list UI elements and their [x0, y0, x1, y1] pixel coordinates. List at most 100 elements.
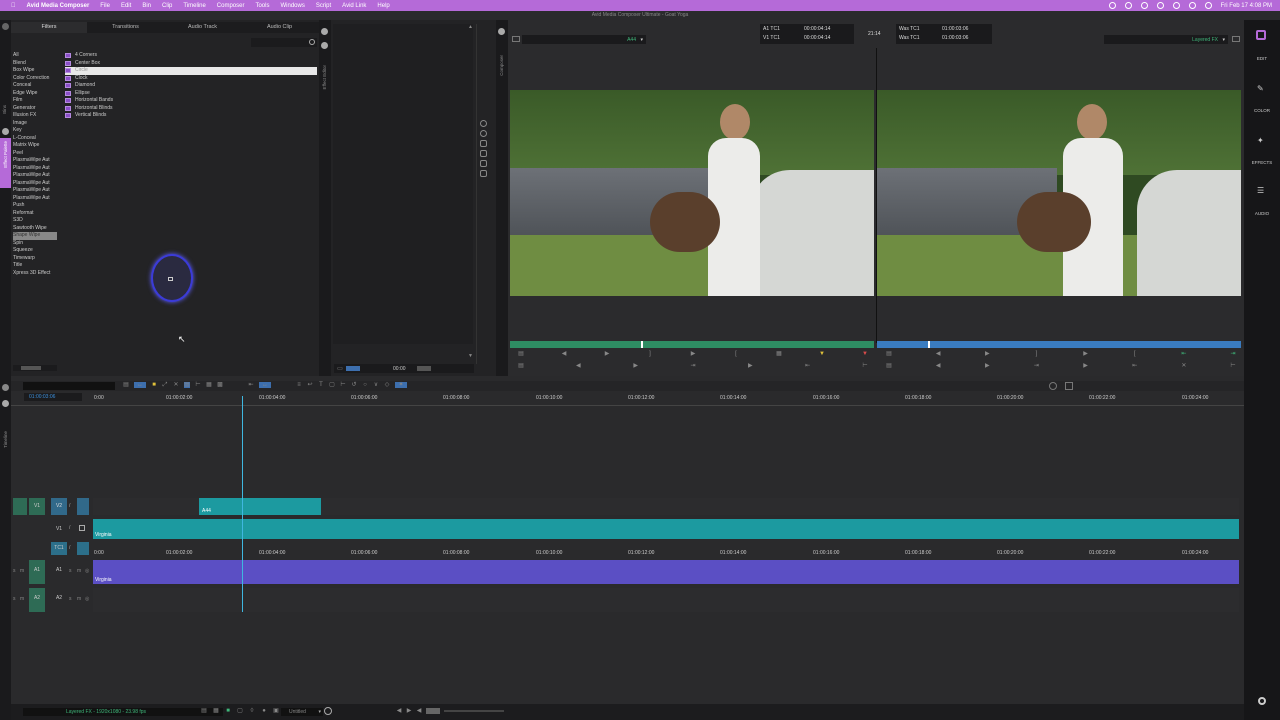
keyframe-icon[interactable]: ◇	[384, 382, 390, 388]
source-track-v1[interactable]: V1	[29, 498, 45, 515]
close-icon[interactable]	[321, 42, 328, 49]
menu-icon[interactable]: ▤	[886, 363, 892, 369]
status-icon[interactable]	[1172, 2, 1180, 9]
bins-side-tab[interactable]: Bins	[2, 105, 7, 114]
trim-icon[interactable]: ⊢	[195, 382, 201, 388]
step-back-icon[interactable]: ◀	[561, 351, 567, 357]
workspace-color[interactable]: COLOR	[1244, 108, 1280, 113]
effect-item[interactable]: Ellipse	[65, 90, 317, 98]
paste-icon[interactable]: ⊢	[340, 382, 346, 388]
menu-windows[interactable]: Windows	[280, 3, 304, 9]
category-item[interactable]: Xpress 3D Effect	[13, 270, 57, 278]
category-item[interactable]: Push	[13, 202, 57, 210]
video-quality-icon[interactable]: ■	[225, 708, 231, 714]
record-icon[interactable]: ○	[362, 382, 368, 388]
workspace-edit[interactable]: EDIT	[1244, 56, 1280, 61]
category-item[interactable]: Peel	[13, 150, 57, 158]
status-icon[interactable]	[1108, 2, 1116, 9]
zoom-icon[interactable]	[1049, 382, 1057, 390]
output-icon[interactable]: ▣	[273, 708, 279, 714]
category-item[interactable]: Film	[13, 97, 57, 105]
menu-tools[interactable]: Tools	[255, 3, 269, 9]
timecode-track-ruler[interactable]: 0:00 01:00:02:00 01:00:04:00 01:00:06:00…	[93, 550, 1239, 560]
audio-icon[interactable]: ◊	[249, 708, 255, 714]
mute-icon[interactable]: m	[77, 596, 81, 602]
trim-icon[interactable]: ⊢	[1230, 363, 1236, 369]
sync-lock-icon[interactable]: /	[69, 525, 70, 531]
category-item[interactable]: Box Wipe	[13, 67, 57, 75]
rewind-icon[interactable]: ◀	[575, 363, 581, 369]
close-icon[interactable]	[2, 400, 9, 407]
undo-icon[interactable]: ↺	[351, 382, 357, 388]
workspace-audio[interactable]: AUDIO	[1244, 211, 1280, 216]
record-track-a1[interactable]: A1	[51, 560, 67, 584]
menu-avid-link[interactable]: Avid Link	[342, 3, 366, 9]
text-tool-icon[interactable]: T	[318, 382, 324, 388]
effect-item[interactable]: 4 Corners	[65, 52, 317, 60]
clip-virginia-audio[interactable]: Virginia	[93, 560, 1239, 584]
menu-file[interactable]: File	[100, 3, 110, 9]
clip-a44[interactable]: A44	[199, 498, 321, 515]
solo-icon[interactable]: s	[69, 568, 72, 574]
category-item[interactable]: Color Correction	[13, 75, 57, 83]
category-item[interactable]: L-Conceal	[13, 135, 57, 143]
step-back-icon[interactable]: ◀	[935, 351, 941, 357]
category-item[interactable]: Spin	[13, 240, 57, 248]
close-icon[interactable]	[498, 28, 505, 35]
go-to-in-icon[interactable]: ⇥	[1033, 363, 1039, 369]
audio-icon[interactable]: ∨	[373, 382, 379, 388]
effect-item[interactable]: Vertical Blinds	[65, 112, 317, 120]
menu-icon[interactable]: ▤	[886, 351, 892, 357]
category-item[interactable]: Illusion FX	[13, 112, 57, 120]
horizontal-scrollbar[interactable]	[13, 365, 57, 371]
zoom-out-icon[interactable]: ◀	[416, 708, 422, 714]
go-to-in-icon[interactable]: ⇥	[690, 363, 696, 369]
status-icon[interactable]	[1156, 2, 1164, 9]
category-item[interactable]: Generator	[13, 105, 57, 113]
category-item[interactable]: All	[13, 52, 57, 60]
master-timecode[interactable]: 01:00:03:06	[24, 393, 82, 401]
category-item[interactable]: PlasmaWipe Aut	[13, 165, 57, 173]
audio-mixer-icon[interactable]: ☰	[1257, 186, 1264, 195]
solo-icon[interactable]: s	[13, 568, 16, 574]
source-monitor-frame[interactable]	[510, 90, 874, 296]
category-item[interactable]: Conceal	[13, 82, 57, 90]
record-position-bar[interactable]	[877, 341, 1241, 348]
scroll-up-icon[interactable]: ▲	[468, 24, 473, 30]
category-item[interactable]: Edge Wipe	[13, 90, 57, 98]
menu-script[interactable]: Script	[316, 3, 331, 9]
overwrite-trim-icon[interactable]: ▤	[184, 382, 190, 388]
frame-icon[interactable]: ▢	[237, 708, 243, 714]
menu-icon[interactable]: ▤	[518, 363, 524, 369]
source-track-a2[interactable]: A2	[29, 588, 45, 612]
zoom-out-icon[interactable]	[480, 130, 487, 137]
step-forward-icon[interactable]: ▶	[1083, 363, 1089, 369]
track-monitor-v1[interactable]	[79, 525, 85, 531]
grid-icon[interactable]: ▦	[213, 708, 219, 714]
search-icon[interactable]	[1204, 2, 1212, 9]
track-a2[interactable]	[93, 588, 1239, 612]
menu-icon[interactable]	[1232, 36, 1240, 42]
app-menu[interactable]: Avid Media Composer	[27, 3, 90, 9]
record-track-a2[interactable]: A2	[51, 588, 67, 612]
menu-icon[interactable]: ▤	[201, 708, 207, 714]
rewind-icon[interactable]: ◀	[935, 363, 941, 369]
category-item[interactable]: Key	[13, 127, 57, 135]
category-item[interactable]: PlasmaWipe Aut	[13, 195, 57, 203]
settings-icon[interactable]	[1258, 697, 1266, 705]
effect-item[interactable]: Horizontal Bands	[65, 97, 317, 105]
fit-icon[interactable]	[1065, 382, 1073, 390]
effect-editor-side-tab[interactable]: Effect Editor	[322, 65, 327, 89]
effect-item[interactable]: Horizontal Blinds	[65, 105, 317, 113]
scroll-down-icon[interactable]: ▼	[468, 353, 473, 359]
composer-side-tab[interactable]: Composer	[499, 55, 504, 76]
source-track-menu[interactable]: A44 ▾	[522, 35, 646, 44]
play-icon[interactable]: ▶	[690, 351, 696, 357]
effect-palette-side-tab[interactable]: Effect Palette	[0, 138, 11, 188]
waveform-icon[interactable]: ◎	[85, 596, 89, 602]
editor-position-bar[interactable]: ▭ 00:00	[334, 364, 474, 373]
category-item[interactable]: PlasmaWipe Aut	[13, 172, 57, 180]
source-track-selector[interactable]	[13, 498, 27, 515]
source-playhead[interactable]	[641, 341, 644, 348]
mark-in-icon[interactable]: [	[1132, 351, 1138, 357]
